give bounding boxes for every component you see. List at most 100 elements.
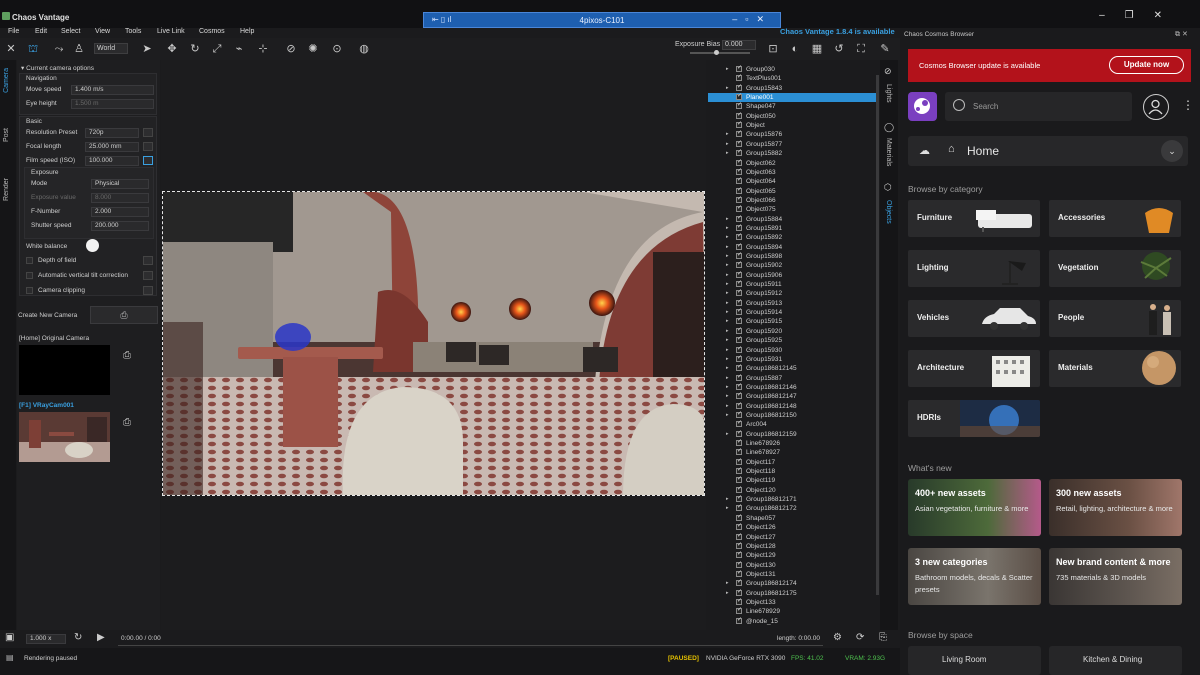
visibility-checkbox[interactable] xyxy=(736,158,742,166)
visibility-checkbox[interactable] xyxy=(736,363,742,372)
outliner-item[interactable]: Object065 xyxy=(708,186,878,196)
visibility-checkbox[interactable] xyxy=(736,316,742,325)
category-lighting[interactable]: Lighting xyxy=(908,250,1040,287)
visibility-checkbox[interactable] xyxy=(736,307,742,316)
visibility-checkbox[interactable] xyxy=(736,457,742,465)
visibility-checkbox[interactable] xyxy=(736,373,742,381)
category-architecture[interactable]: Architecture xyxy=(908,350,1040,387)
category-accessories[interactable]: Accessories xyxy=(1049,200,1181,237)
outliner-item[interactable]: ▸ Group15911 xyxy=(708,279,878,289)
snap-icon[interactable]: ⌁ xyxy=(232,42,246,56)
timeline-track[interactable] xyxy=(118,645,823,646)
category-hdris[interactable]: HDRIs xyxy=(908,400,1040,437)
expand-arrow-icon[interactable]: ▸ xyxy=(726,281,729,287)
render-sequence-icon[interactable]: ⚙ xyxy=(833,632,842,643)
exposure-bias-input[interactable]: 0.000 xyxy=(722,40,756,50)
space-living-room[interactable]: Living Room xyxy=(908,646,1041,675)
visibility-checkbox[interactable] xyxy=(736,326,742,334)
search-input[interactable]: Search xyxy=(945,92,1132,121)
news-card-retail-assets[interactable]: 300 new assets Retail, lighting, archite… xyxy=(1049,479,1182,536)
outliner-item[interactable]: ▸ Group15920 xyxy=(708,326,878,336)
visibility-checkbox[interactable] xyxy=(736,92,742,101)
outliner-item[interactable]: ▸ Group15925 xyxy=(708,335,878,345)
expand-arrow-icon[interactable]: ▸ xyxy=(726,496,729,502)
breadcrumb-home[interactable]: Home xyxy=(967,144,999,158)
outliner-item[interactable]: ▸ Group186812159 xyxy=(708,429,878,439)
move-speed-input[interactable]: 1.400 m/s xyxy=(71,85,154,95)
visibility-checkbox[interactable] xyxy=(736,260,742,269)
expand-arrow-icon[interactable]: ▸ xyxy=(726,590,729,596)
news-card-categories[interactable]: 3 new categories Bathroom models, decals… xyxy=(908,548,1041,605)
menu-help[interactable]: Help xyxy=(240,28,254,35)
expand-arrow-icon[interactable]: ▸ xyxy=(726,253,729,259)
update-notice[interactable]: Chaos Vantage 1.8.4 is available xyxy=(780,27,895,36)
expand-arrow-icon[interactable]: ▸ xyxy=(726,356,729,362)
outliner-item[interactable]: ▸ Group15884 xyxy=(708,214,878,224)
tools-icon[interactable]: ✕ xyxy=(4,42,18,56)
visibility-checkbox[interactable] xyxy=(736,83,742,91)
more-menu-icon[interactable]: ⋮ xyxy=(1182,98,1194,112)
visibility-checkbox[interactable] xyxy=(736,129,742,138)
visibility-checkbox[interactable] xyxy=(736,354,742,362)
visibility-checkbox[interactable] xyxy=(736,606,742,615)
category-materials[interactable]: Materials xyxy=(1049,350,1181,387)
expand-arrow-icon[interactable]: ▸ xyxy=(726,309,729,315)
visibility-checkbox[interactable] xyxy=(736,569,742,577)
checker-icon[interactable]: ▦ xyxy=(810,42,824,56)
focal-lock-button[interactable] xyxy=(143,142,153,151)
outliner-item[interactable]: ▸ Group15912 xyxy=(708,288,878,298)
visibility-checkbox[interactable] xyxy=(736,111,742,119)
visibility-checkbox[interactable] xyxy=(736,176,742,185)
outliner-item[interactable]: Object126 xyxy=(708,522,878,532)
camera1-snapshot-icon[interactable]: ⎙ xyxy=(123,350,131,361)
category-vegetation[interactable]: Vegetation xyxy=(1049,250,1181,287)
category-furniture[interactable]: Furniture xyxy=(908,200,1040,237)
visibility-checkbox[interactable] xyxy=(736,410,742,418)
outliner-item[interactable]: @node_15 xyxy=(708,616,878,626)
cosmos-icon[interactable]: ◍ xyxy=(357,42,371,56)
film-lock-button[interactable] xyxy=(143,156,153,165)
outliner-item[interactable]: Line678927 xyxy=(708,447,878,457)
outliner-item[interactable]: Object064 xyxy=(708,176,878,186)
visibility-checkbox[interactable] xyxy=(736,485,742,493)
outliner-item[interactable]: Shape047 xyxy=(708,101,878,111)
expand-arrow-icon[interactable]: ▸ xyxy=(726,393,729,399)
visibility-checkbox[interactable] xyxy=(736,429,742,437)
visibility-checkbox[interactable] xyxy=(736,541,742,549)
menu-view[interactable]: View xyxy=(95,28,110,35)
expand-arrow-icon[interactable]: ▸ xyxy=(726,580,729,586)
outliner-item[interactable]: ▸ Group15876 xyxy=(708,129,878,139)
visibility-checkbox[interactable] xyxy=(736,532,742,540)
export-icon[interactable]: ⎘ xyxy=(879,632,887,643)
category-people[interactable]: People xyxy=(1049,300,1181,337)
exposure-bias-handle[interactable] xyxy=(714,50,719,55)
loop-icon[interactable]: ↻ xyxy=(74,632,82,643)
breadcrumb-bar[interactable]: ☁ ⌂ Home ⌄ xyxy=(908,136,1188,166)
expand-arrow-icon[interactable]: ▸ xyxy=(726,505,729,511)
outliner-item[interactable]: ▸ Group030 xyxy=(708,64,878,74)
outliner-item[interactable]: Object128 xyxy=(708,541,878,551)
dof-settings-button[interactable] xyxy=(143,256,153,265)
expand-arrow-icon[interactable]: ▸ xyxy=(726,272,729,278)
tab-lights[interactable]: Lights xyxy=(885,84,892,103)
outliner-item[interactable]: ▸ Group15906 xyxy=(708,270,878,280)
clipping-settings-button[interactable] xyxy=(143,286,153,295)
expand-arrow-icon[interactable]: ▸ xyxy=(726,347,729,353)
crop-icon[interactable]: ⊡ xyxy=(766,42,780,56)
expand-arrow-icon[interactable]: ▸ xyxy=(726,403,729,409)
pin-panel-icon[interactable]: ✎ xyxy=(878,42,892,56)
expand-arrow-icon[interactable]: ▸ xyxy=(726,244,729,250)
outliner-item[interactable]: ▸ Group15930 xyxy=(708,345,878,355)
visibility-checkbox[interactable] xyxy=(736,251,742,259)
outliner-item[interactable]: ▸ Group15887 xyxy=(708,373,878,383)
expand-arrow-icon[interactable]: ▸ xyxy=(726,262,729,268)
visibility-checkbox[interactable] xyxy=(736,120,742,129)
refresh-render-icon[interactable]: ↺ xyxy=(832,42,846,56)
visibility-checkbox[interactable] xyxy=(736,475,742,484)
pivot-icon[interactable]: ⊹ xyxy=(256,42,270,56)
outliner-item[interactable]: Object062 xyxy=(708,158,878,168)
visibility-checkbox[interactable] xyxy=(736,204,742,213)
category-vehicles[interactable]: Vehicles xyxy=(908,300,1040,337)
outliner-item[interactable]: Object129 xyxy=(708,550,878,560)
home-icon[interactable]: ⌂ xyxy=(948,143,955,155)
